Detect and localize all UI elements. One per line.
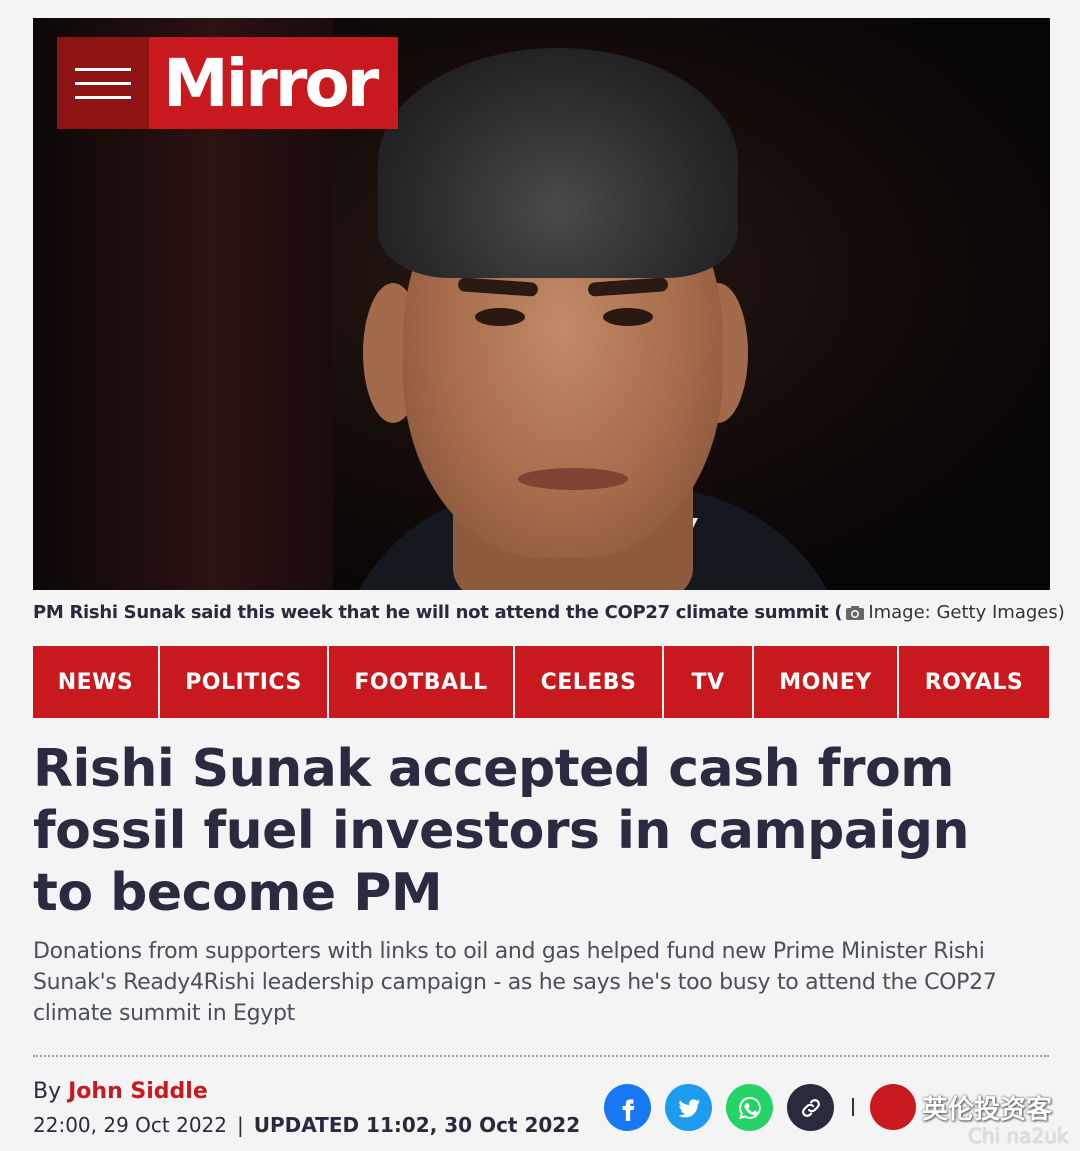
wechat-icon — [870, 1084, 916, 1130]
whatsapp-icon[interactable] — [726, 1084, 773, 1131]
camera-icon — [845, 605, 865, 626]
nav-item-royals[interactable]: ROYALS — [899, 646, 1049, 718]
brand-wordmark[interactable]: Mirror — [149, 37, 398, 129]
nav-item-money[interactable]: MONEY — [754, 646, 897, 718]
section-nav: NEWS POLITICS FOOTBALL CELEBS TV MONEY ROYALS — [33, 646, 1049, 718]
site-logo: Mirror — [57, 37, 398, 129]
nav-item-tv[interactable]: TV — [664, 646, 752, 718]
twitter-icon[interactable] — [665, 1084, 712, 1131]
nav-item-football[interactable]: FOOTBALL — [329, 646, 513, 718]
article-standfirst: Donations from supporters with links to … — [33, 939, 997, 1026]
byline-prefix: By — [33, 1079, 62, 1104]
caption-text: PM Rishi Sunak said this week that he wi… — [33, 602, 843, 623]
menu-icon[interactable] — [57, 37, 149, 129]
watermark-text: 英伦投资客 — [922, 1094, 1053, 1125]
updated-time: UPDATED 11:02, 30 Oct 2022 — [253, 1113, 581, 1137]
byline: By John Siddle — [33, 1079, 208, 1104]
link-icon[interactable] — [787, 1084, 834, 1131]
date-separator: | — [237, 1113, 244, 1137]
article-dates: 22:00, 29 Oct 2022 | UPDATED 11:02, 30 Oct… — [33, 1113, 580, 1137]
image-caption: PM Rishi Sunak said this week that he wi… — [33, 602, 1065, 626]
image-credit: Image: Getty Images) — [868, 602, 1065, 623]
share-separator — [852, 1098, 854, 1116]
watermark-site: Chi na2uk — [968, 1124, 1069, 1148]
article-headline: Rishi Sunak accepted cash from fossil fu… — [33, 739, 970, 923]
nav-item-news[interactable]: NEWS — [33, 646, 158, 718]
nav-item-politics[interactable]: POLITICS — [160, 646, 327, 718]
share-bar — [604, 1084, 834, 1131]
facebook-icon[interactable] — [604, 1084, 651, 1131]
divider — [33, 1055, 1049, 1057]
published-time: 22:00, 29 Oct 2022 — [33, 1113, 227, 1137]
nav-item-celebs[interactable]: CELEBS — [515, 646, 662, 718]
author-link[interactable]: John Siddle — [68, 1079, 208, 1104]
